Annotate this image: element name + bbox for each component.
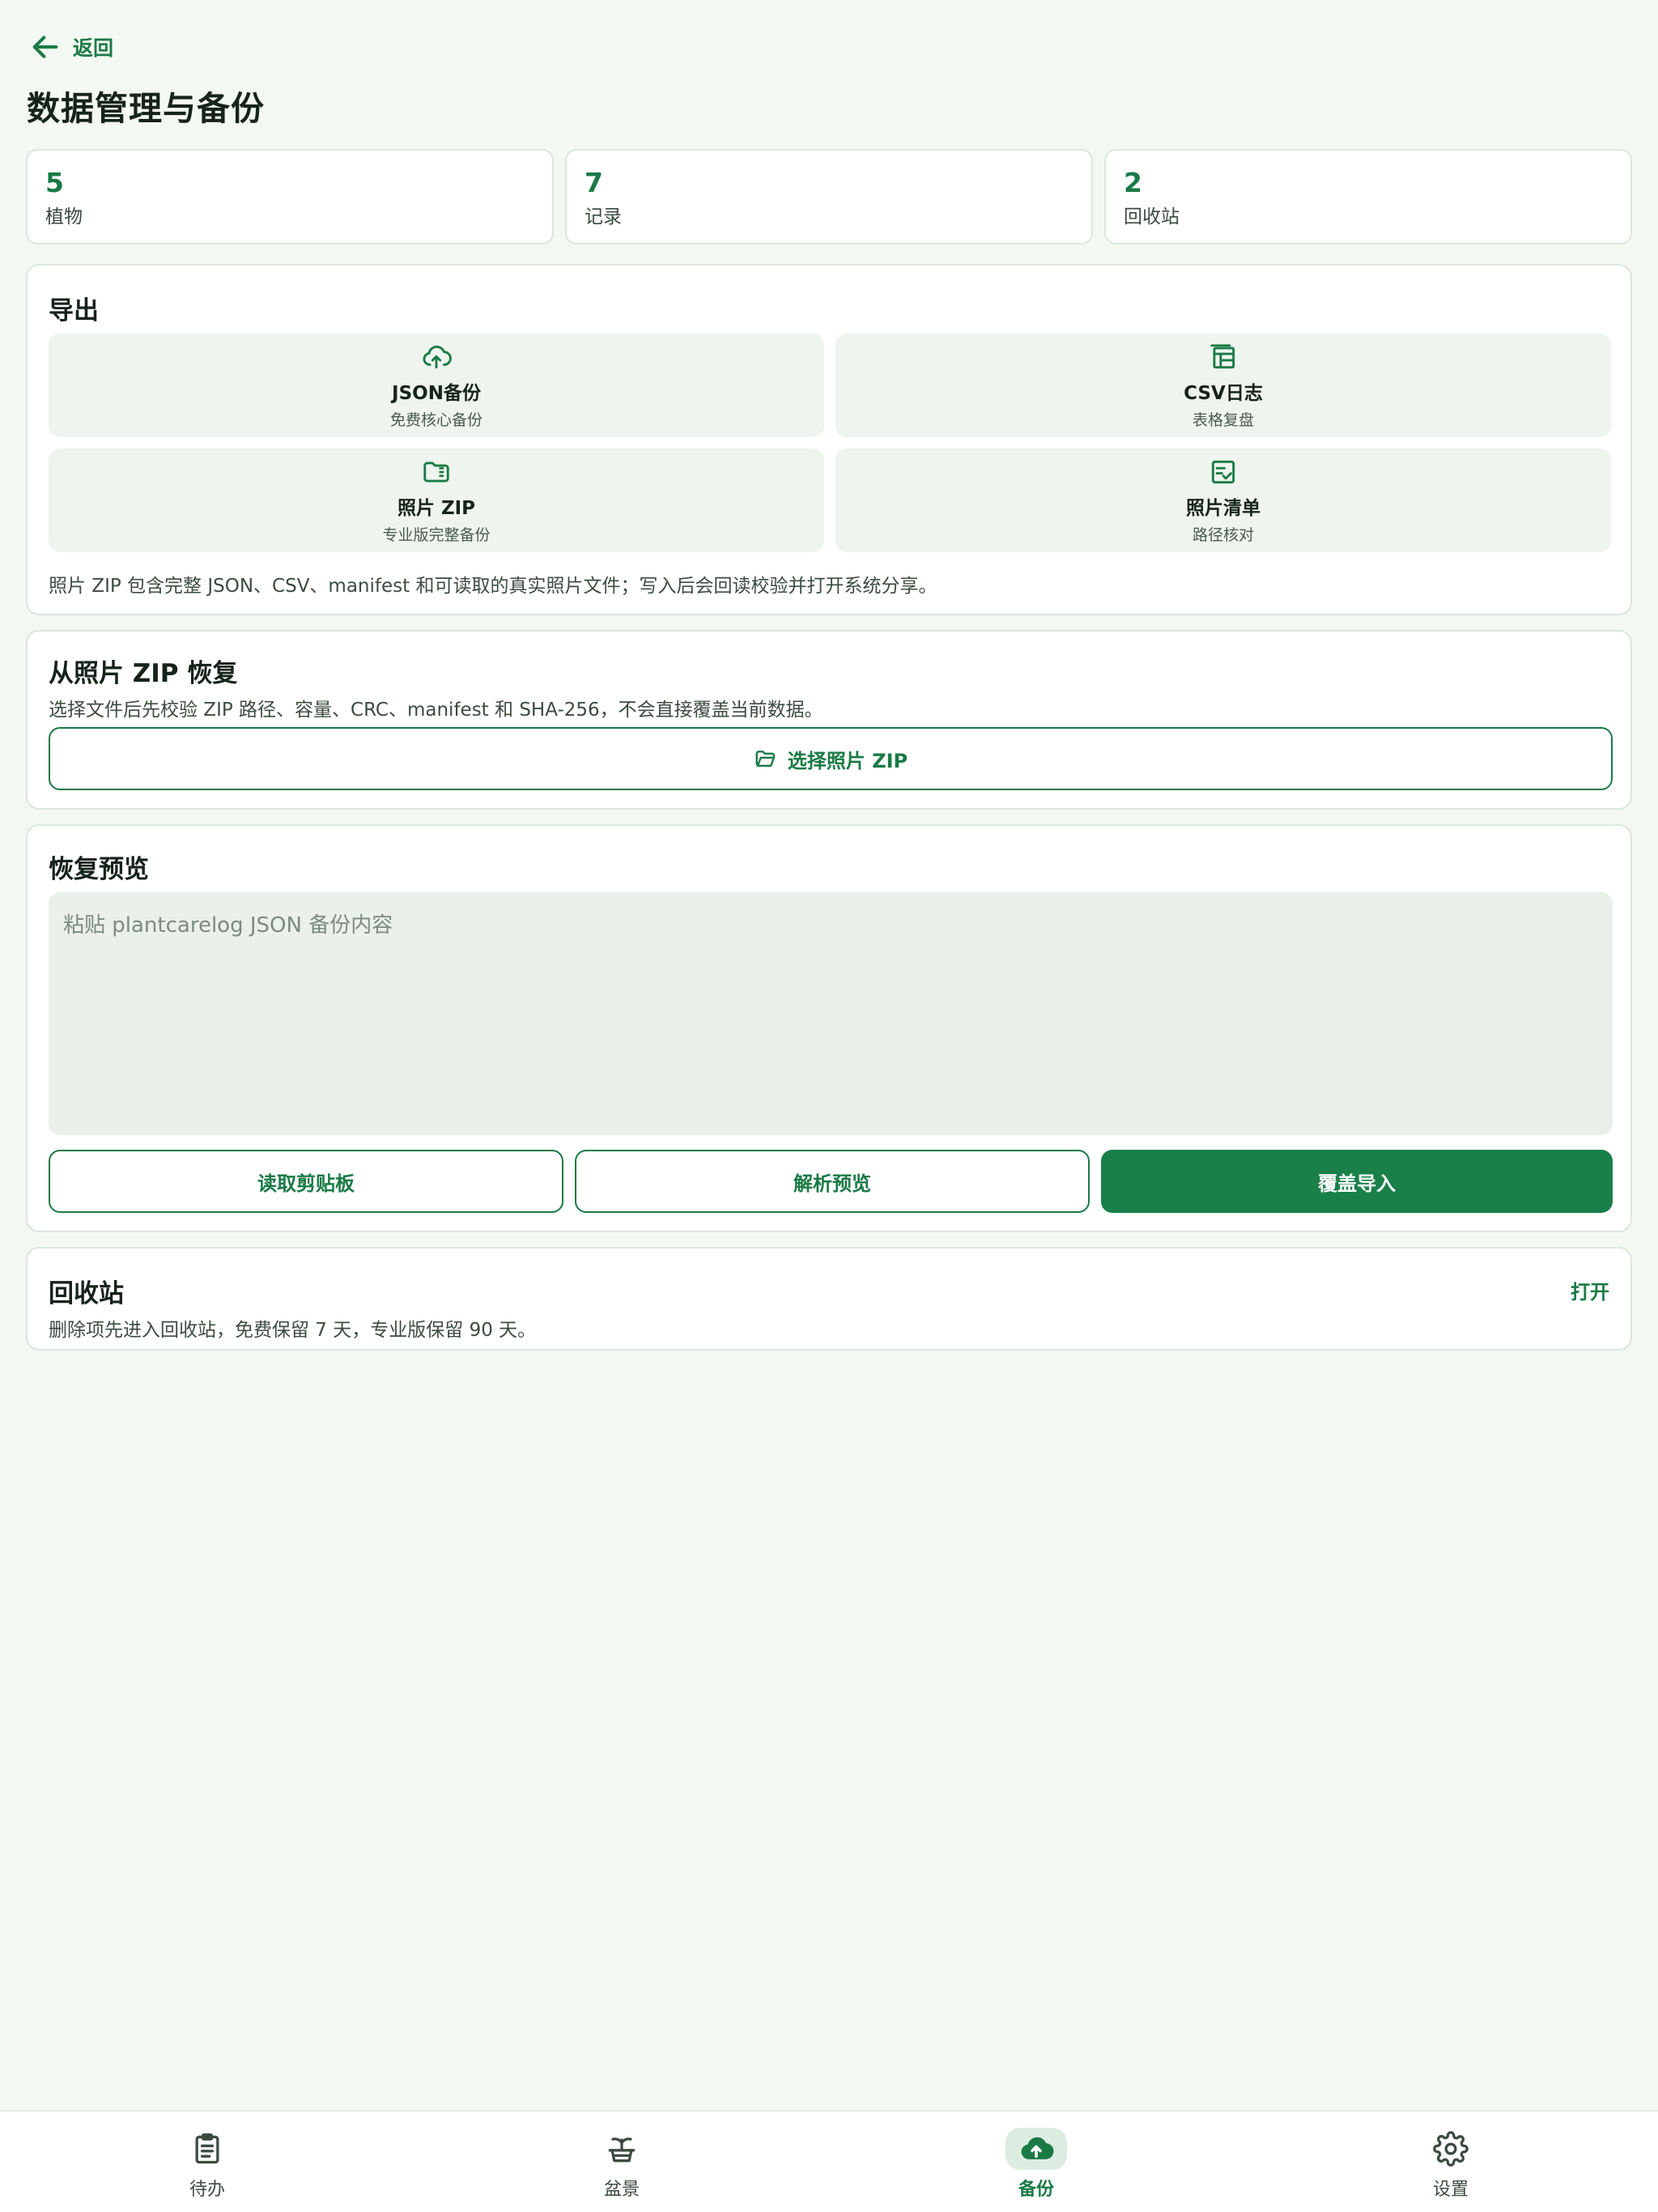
open-recycle-bin-button[interactable]: 打开 [1571, 1276, 1609, 1304]
restore-zip-card: 从照片 ZIP 恢复 选择文件后先校验 ZIP 路径、容量、CRC、manife… [26, 630, 1632, 810]
nav-label: 设置 [1432, 2180, 1469, 2200]
nav-icon-container [1005, 2128, 1067, 2170]
recycle-bin-card: 回收站 删除项先进入回收站，免费保留 7 天，专业版保留 90 天。 打开 [26, 1247, 1632, 1351]
stats-row: 5 植物 7 记录 2 回收站 [26, 149, 1632, 245]
nav-label: 盆景 [603, 2180, 640, 2200]
stat-label: 回收站 [1124, 206, 1180, 228]
nav-item-settings[interactable]: 设置 [1244, 2112, 1658, 2212]
recycle-bin-subtitle: 删除项先进入回收站，免费保留 7 天，专业版保留 90 天。 [49, 1320, 537, 1341]
stat-card-plants: 5 植物 [26, 149, 554, 245]
nav-icon-container [591, 2128, 653, 2170]
stat-card-recycle-bin: 2 回收站 [1104, 149, 1632, 245]
read-clipboard-button[interactable]: 读取剪贴板 [49, 1150, 563, 1213]
page-title: 数据管理与备份 [27, 89, 265, 128]
backup-json-input[interactable] [49, 892, 1613, 1135]
export-title: 导出 [49, 296, 99, 325]
select-photo-zip-button[interactable]: 选择照片 ZIP [49, 727, 1613, 790]
nav-icon-container [176, 2128, 238, 2170]
plant-pot-icon [608, 2138, 636, 2163]
stat-value: 2 [1124, 167, 1142, 198]
table-icon [1210, 343, 1235, 368]
nav-icon-container [1420, 2128, 1482, 2170]
gear-icon [1433, 2131, 1469, 2167]
nav-label: 待办 [189, 2180, 225, 2200]
tile-title: CSV日志 [1184, 382, 1263, 404]
tile-subtitle: 免费核心备份 [389, 410, 483, 429]
folder-open-icon [755, 751, 776, 767]
export-json-button[interactable]: JSON备份 免费核心备份 [49, 334, 824, 437]
export-csv-button[interactable]: CSV日志 表格复盘 [835, 334, 1611, 437]
cloud-upload-icon [1021, 2137, 1054, 2159]
tile-title: JSON备份 [392, 382, 481, 404]
nav-item-backup[interactable]: 备份 [829, 2112, 1244, 2212]
stat-value: 5 [45, 167, 64, 198]
arrow-left-icon [32, 36, 58, 58]
restore-actions: 读取剪贴板 解析预览 覆盖导入 [49, 1150, 1613, 1213]
export-photo-list-button[interactable]: 照片清单 路径核对 [835, 449, 1611, 552]
tile-subtitle: 表格复盘 [1192, 410, 1254, 429]
cloud-upload-icon [423, 345, 452, 368]
tile-title: 照片 ZIP [397, 497, 476, 519]
restore-preview-card: 恢复预览 读取剪贴板 解析预览 覆盖导入 [26, 824, 1632, 1232]
bottom-nav: 待办 盆景 备份 设置 [0, 2110, 1658, 2212]
nav-item-bonsai[interactable]: 盆景 [414, 2112, 829, 2212]
clipboard-icon [195, 2133, 219, 2164]
folder-zip-icon [423, 461, 449, 483]
back-label: 返回 [73, 36, 114, 60]
back-button[interactable]: 返回 [29, 31, 113, 63]
parse-preview-button[interactable]: 解析预览 [575, 1150, 1090, 1213]
nav-item-todo[interactable]: 待办 [0, 2112, 414, 2212]
export-card: 导出 JSON备份 免费核心备份 CSV日志 表格复盘 照片 ZIP 专业版完整… [26, 264, 1632, 615]
stat-card-records: 7 记录 [565, 149, 1093, 245]
tile-subtitle: 专业版完整备份 [382, 525, 491, 544]
backup-page: 返回 数据管理与备份 5 植物 7 记录 2 回收站 导出 JSON备份 免费核… [0, 0, 1658, 2212]
stat-value: 7 [585, 167, 603, 198]
restore-preview-title: 恢复预览 [49, 855, 149, 884]
select-photo-zip-label: 选择照片 ZIP [787, 749, 908, 772]
stat-label: 植物 [45, 206, 83, 228]
tile-subtitle: 路径核对 [1192, 525, 1254, 544]
stat-label: 记录 [585, 206, 622, 228]
recycle-bin-title: 回收站 [49, 1279, 124, 1308]
checklist-icon [1211, 460, 1235, 483]
nav-label: 备份 [1018, 2180, 1054, 2200]
overwrite-import-button[interactable]: 覆盖导入 [1101, 1150, 1613, 1213]
export-photo-zip-button[interactable]: 照片 ZIP 专业版完整备份 [49, 449, 824, 552]
tile-title: 照片清单 [1186, 497, 1261, 519]
restore-zip-title: 从照片 ZIP 恢复 [49, 659, 238, 688]
restore-zip-subtitle: 选择文件后先校验 ZIP 路径、容量、CRC、manifest 和 SHA-25… [49, 700, 823, 721]
export-note: 照片 ZIP 包含完整 JSON、CSV、manifest 和可读取的真实照片文… [49, 576, 937, 597]
